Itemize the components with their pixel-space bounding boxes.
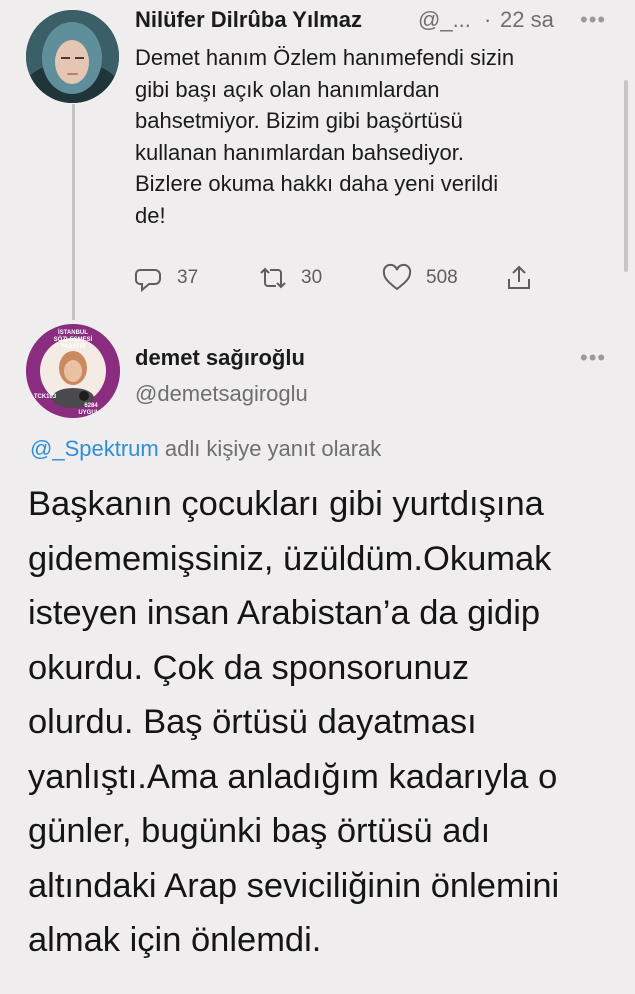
like-count: 508 <box>426 267 458 288</box>
tweet-line: altındaki Arap seviciliğinin önlemini <box>28 866 560 905</box>
tweet-line: Başkanın çocukları gibi yurtdışına <box>28 485 544 523</box>
tweet-line: almak için önlemdi. <box>28 921 322 959</box>
avatar-ring-text: TCK103 <box>33 394 57 400</box>
more-options-icon[interactable]: ••• <box>580 7 606 33</box>
reply-to-link[interactable]: @_Spektrum <box>30 436 159 461</box>
author-handle[interactable]: @demetsagiroglu <box>135 381 308 407</box>
tweet-line: yanlıştı.Ama anladığım kadarıyla o <box>28 757 558 796</box>
tweet-line: okurdu. Çok da sponsorunuz <box>28 648 470 687</box>
tweet-text: Demet hanım Özlem hanımefendi sizin gibi… <box>135 42 615 231</box>
author-handle[interactable]: @_... <box>418 7 471 33</box>
avatar[interactable] <box>26 10 119 103</box>
tweet-line: kullanan hanımlardan bahsediyor. <box>135 139 465 165</box>
scrollbar[interactable] <box>624 80 628 272</box>
tweet-line: Demet hanım Özlem hanımefendi sizin <box>135 45 515 70</box>
reply-button[interactable]: 37 <box>133 263 198 293</box>
heart-icon <box>382 263 412 291</box>
tweet-line: olurdu. Baş örtüsü dayatması <box>28 703 477 741</box>
like-button[interactable]: 508 <box>382 263 458 293</box>
user-photo-icon <box>26 10 119 103</box>
share-icon <box>508 265 530 289</box>
tweet-time[interactable]: 22 sa <box>500 7 554 33</box>
thread-connector-line <box>72 104 75 320</box>
avatar-ring-text: 6284 UYGULA <box>78 403 104 416</box>
tweet-line: bahsetmiyor. Bizim gibi başörtüsü <box>135 108 463 133</box>
avatar-ring-text: İSTANBUL SÖZLEŞMESİ YAŞATIR <box>53 330 93 350</box>
tweet-line: isteyen insan Arabistan’a da gidip <box>28 594 541 632</box>
reply-to-label: adlı kişiye yanıt olarak <box>164 436 382 461</box>
author-name[interactable]: Nilüfer Dilrûba Yılmaz <box>135 7 362 33</box>
tweet-line: günler, bugünki baş örtüsü adı <box>28 812 491 850</box>
retweet-count: 30 <box>301 267 323 288</box>
tweet-text: Başkanın çocukları gibi yurtdışına gidem… <box>28 477 628 968</box>
tweet-line: Bizlere okuma hakkı daha yeni verildi <box>135 171 499 196</box>
tweet-line: gibi başı açık olan hanımlardan <box>135 76 440 102</box>
share-button[interactable] <box>505 263 533 293</box>
retweet-button[interactable]: 30 <box>257 263 322 293</box>
meta-separator: · <box>484 7 492 32</box>
tweet-line: de! <box>135 202 166 228</box>
avatar[interactable]: İSTANBUL SÖZLEŞMESİ YAŞATIR 6284 UYGULA … <box>26 324 120 418</box>
retweet-icon <box>260 267 286 289</box>
tweet-line: gidememişsiniz, üzüldüm.Okumak <box>28 539 552 578</box>
reply-icon <box>135 269 161 293</box>
reply-context: @_Spektrum adlı kişiye yanıt olarak <box>30 436 381 462</box>
author-name[interactable]: demet sağıroğlu <box>135 345 305 371</box>
reply-count: 37 <box>177 267 199 288</box>
more-options-icon[interactable]: ••• <box>580 345 606 371</box>
